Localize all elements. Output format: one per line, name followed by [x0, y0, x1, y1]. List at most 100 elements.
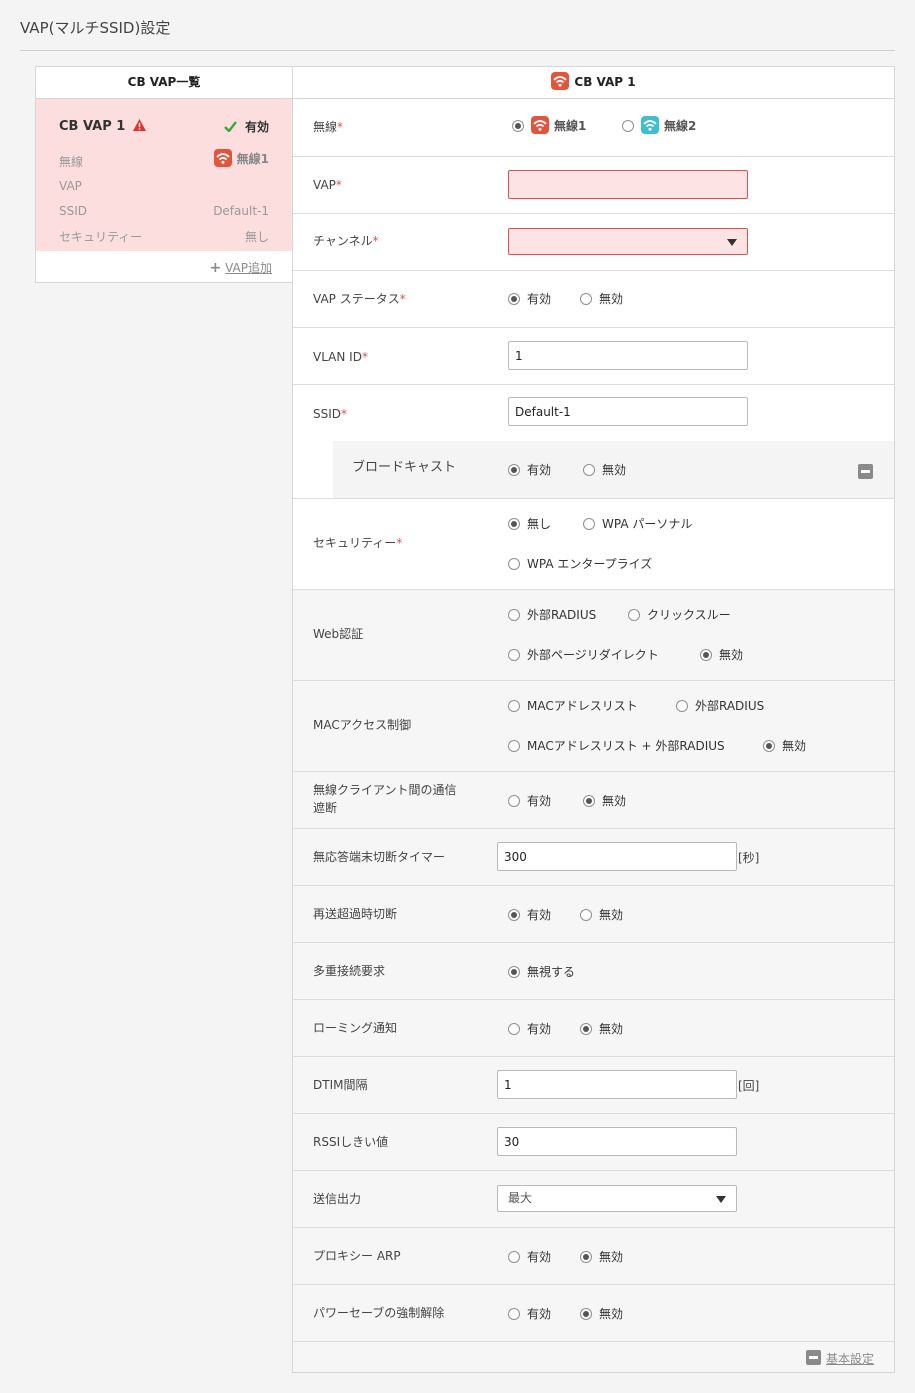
- multi-connect-ignore[interactable]: 無視する: [508, 963, 575, 980]
- vlan-label: VLAN ID*: [313, 350, 368, 364]
- proxy-arp-off[interactable]: 無効: [580, 1248, 623, 1265]
- wireless-radio-1[interactable]: 無線1: [512, 116, 586, 134]
- power-save-off[interactable]: 無効: [580, 1305, 623, 1322]
- broadcast-on[interactable]: 有効: [508, 461, 551, 478]
- card-ssid-value: Default-1: [213, 204, 269, 218]
- web-auth-disabled[interactable]: 無効: [700, 646, 743, 663]
- power-save-on[interactable]: 有効: [508, 1305, 551, 1322]
- vap-status-label: VAP ステータス*: [313, 292, 406, 306]
- card-security-label: セキュリティー: [59, 230, 143, 244]
- card-security-value: 無し: [244, 230, 269, 244]
- add-vap-button[interactable]: + VAP追加: [210, 259, 272, 276]
- dtim-unit: [回]: [738, 1079, 760, 1093]
- wifi-icon: [641, 116, 659, 134]
- security-wpa-personal[interactable]: WPA パーソナル: [583, 515, 692, 532]
- broadcast-off[interactable]: 無効: [583, 461, 626, 478]
- chevron-down-icon: [716, 1196, 726, 1203]
- minus-icon: [805, 1350, 821, 1365]
- idle-timer-unit: [秒]: [738, 851, 760, 865]
- row-dtim: DTIM間隔 [回]: [293, 1057, 894, 1114]
- row-power-save: パワーセーブの強制解除 有効 無効: [293, 1285, 894, 1342]
- row-vlan: VLAN ID*: [293, 328, 894, 385]
- vap-label: VAP*: [313, 178, 342, 192]
- security-label: セキュリティー*: [313, 536, 403, 550]
- channel-select[interactable]: [508, 228, 748, 255]
- vlan-input[interactable]: [508, 341, 748, 370]
- vap-card[interactable]: CB VAP 1 有効 無線 無線1 VAP SSID Default-1 セキ…: [36, 99, 292, 251]
- row-vap-status: VAP ステータス* 有効 無効: [293, 271, 894, 328]
- row-proxy-arp: プロキシー ARP 有効 無効: [293, 1228, 894, 1285]
- web-auth-external-redirect[interactable]: 外部ページリダイレクト: [508, 646, 659, 663]
- card-ssid-label: SSID: [59, 204, 88, 218]
- client-isolation-off[interactable]: 無効: [583, 792, 626, 809]
- card-radio-value: 無線1: [213, 149, 269, 167]
- row-vap: VAP*: [293, 157, 894, 214]
- mac-access-external-radius[interactable]: 外部RADIUS: [676, 697, 764, 714]
- row-client-isolation: 無線クライアント間の通信 遮断 有効 無効: [293, 772, 894, 829]
- row-security: セキュリティー* 無し WPA パーソナル WPA エンタープライズ: [293, 499, 894, 590]
- vap-input[interactable]: [508, 170, 748, 199]
- card-vap-label: VAP: [59, 179, 82, 193]
- proxy-arp-label: プロキシー ARP: [313, 1249, 401, 1263]
- page-title: VAP(マルチSSID)設定: [20, 19, 171, 37]
- row-rssi: RSSIしきい値: [293, 1114, 894, 1171]
- roaming-on[interactable]: 有効: [508, 1020, 551, 1037]
- client-isolation-label: 無線クライアント間の通信 遮断: [313, 783, 457, 815]
- vap-card-name: CB VAP 1: [59, 119, 146, 134]
- proxy-arp-on[interactable]: 有効: [508, 1248, 551, 1265]
- vap-list-header: CB VAP一覧: [36, 67, 292, 99]
- tx-power-label: 送信出力: [313, 1192, 362, 1206]
- web-auth-label: Web認証: [313, 627, 364, 641]
- chevron-down-icon: [727, 239, 737, 246]
- row-tx-power: 送信出力 最大: [293, 1171, 894, 1228]
- mac-access-list-and-radius[interactable]: MACアドレスリスト + 外部RADIUS: [508, 737, 725, 754]
- mac-access-list[interactable]: MACアドレスリスト: [508, 697, 638, 714]
- mac-access-disabled[interactable]: 無効: [763, 737, 806, 754]
- check-icon: [223, 121, 237, 133]
- vap-status-off[interactable]: 無効: [580, 290, 623, 307]
- roaming-label: ローミング通知: [313, 1021, 398, 1035]
- title-divider: [20, 50, 895, 51]
- card-radio-label: 無線: [59, 155, 84, 169]
- row-retry-disconnect: 再送超過時切断 有効 無効: [293, 886, 894, 943]
- vap-form-panel: CB VAP 1 無線* 無線1 無線2 VAP* チャンネル* VAP ステー…: [292, 66, 895, 1373]
- channel-label: チャンネル*: [313, 234, 379, 248]
- vap-list-panel: CB VAP一覧 CB VAP 1 有効 無線 無線1 VAP SSID Def…: [35, 66, 293, 283]
- vap-status-on[interactable]: 有効: [508, 290, 551, 307]
- row-wireless: 無線* 無線1 無線2: [293, 99, 894, 157]
- wireless-label: 無線*: [313, 120, 344, 134]
- broadcast-label: ブロードキャスト: [352, 460, 457, 475]
- roaming-off[interactable]: 無効: [580, 1020, 623, 1037]
- row-mac-access: MACアクセス制御 MACアドレスリスト 外部RADIUS MACアドレスリスト…: [293, 681, 894, 772]
- add-vap-label: VAP追加: [225, 261, 272, 275]
- dtim-input[interactable]: [497, 1070, 737, 1099]
- retry-disconnect-off[interactable]: 無効: [580, 906, 623, 923]
- idle-timer-label: 無応答端末切断タイマー: [313, 850, 446, 864]
- security-wpa-enterprise[interactable]: WPA エンタープライズ: [508, 555, 652, 572]
- wireless-radio-2[interactable]: 無線2: [622, 116, 696, 134]
- row-idle-timer: 無応答端末切断タイマー [秒]: [293, 829, 894, 886]
- ssid-input[interactable]: [508, 397, 748, 426]
- retry-disconnect-label: 再送超過時切断: [313, 907, 398, 921]
- idle-timer-input[interactable]: [497, 842, 737, 871]
- plus-icon: +: [209, 260, 222, 276]
- wifi-icon: [213, 149, 232, 167]
- web-auth-external-radius[interactable]: 外部RADIUS: [508, 606, 596, 623]
- rssi-input[interactable]: [497, 1127, 737, 1156]
- wifi-icon: [531, 116, 549, 134]
- warning-icon: [132, 119, 146, 131]
- row-web-auth: Web認証 外部RADIUS クリックスルー 外部ページリダイレクト 無効: [293, 590, 894, 681]
- basic-settings-link[interactable]: 基本設定: [805, 1350, 874, 1367]
- row-roaming: ローミング通知 有効 無効: [293, 1000, 894, 1057]
- client-isolation-on[interactable]: 有効: [508, 792, 551, 809]
- wifi-icon: [551, 72, 570, 90]
- rssi-label: RSSIしきい値: [313, 1135, 389, 1149]
- ssid-label: SSID*: [313, 407, 348, 421]
- mac-access-label: MACアクセス制御: [313, 718, 412, 732]
- row-multi-connect: 多重接続要求 無視する: [293, 943, 894, 1000]
- web-auth-click-through[interactable]: クリックスルー: [628, 606, 731, 623]
- collapse-broadcast-minus-icon[interactable]: [858, 464, 873, 479]
- security-none[interactable]: 無し: [508, 515, 551, 532]
- retry-disconnect-on[interactable]: 有効: [508, 906, 551, 923]
- tx-power-select[interactable]: 最大: [497, 1185, 737, 1212]
